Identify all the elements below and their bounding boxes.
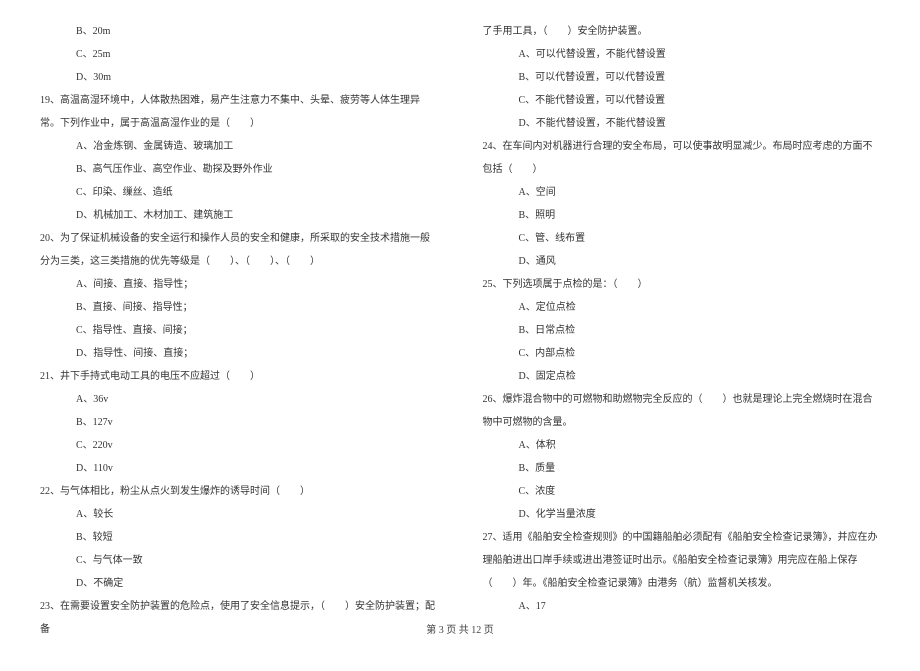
option-a: A、冶金炼钢、金属铸造、玻璃加工: [40, 135, 438, 158]
option-c: C、浓度: [483, 480, 881, 503]
option-d: D、不确定: [40, 572, 438, 595]
option-b: B、127v: [40, 411, 438, 434]
question-27: 27、适用《船舶安全检查规则》的中国籍船舶必须配有《船舶安全检查记录簿》，并应在…: [483, 526, 881, 595]
question-23-cont: 了手用工具，（ ）安全防护装置。: [483, 20, 881, 43]
option-a: A、较长: [40, 503, 438, 526]
option-d: D、通风: [483, 250, 881, 273]
option-d: D、机械加工、木材加工、建筑施工: [40, 204, 438, 227]
option-a: A、间接、直接、指导性；: [40, 273, 438, 296]
left-column: B、20m C、25m D、30m 19、高温高湿环境中，人体散热困难，易产生注…: [40, 20, 438, 641]
option-b: B、20m: [40, 20, 438, 43]
option-c: C、管、线布置: [483, 227, 881, 250]
option-a: A、可以代替设置，不能代替设置: [483, 43, 881, 66]
option-d: D、30m: [40, 66, 438, 89]
right-column: 了手用工具，（ ）安全防护装置。 A、可以代替设置，不能代替设置 B、可以代替设…: [483, 20, 881, 641]
option-a: A、17: [483, 595, 881, 618]
question-24: 24、在车间内对机器进行合理的安全布局，可以使事故明显减少。布局时应考虑的方面不…: [483, 135, 881, 181]
option-c: C、与气体一致: [40, 549, 438, 572]
option-b: B、质量: [483, 457, 881, 480]
option-a: A、36v: [40, 388, 438, 411]
option-c: C、内部点检: [483, 342, 881, 365]
question-21: 21、井下手持式电动工具的电压不应超过（ ）: [40, 365, 438, 388]
question-19: 19、高温高湿环境中，人体散热困难，易产生注意力不集中、头晕、疲劳等人体生理异常…: [40, 89, 438, 135]
option-b: B、照明: [483, 204, 881, 227]
question-26: 26、爆炸混合物中的可燃物和助燃物完全反应的（ ）也就是理论上完全燃烧时在混合物…: [483, 388, 881, 434]
question-22: 22、与气体相比，粉尘从点火到发生爆炸的诱导时间（ ）: [40, 480, 438, 503]
option-a: A、空间: [483, 181, 881, 204]
option-d: D、不能代替设置，不能代替设置: [483, 112, 881, 135]
option-b: B、高气压作业、高空作业、勘探及野外作业: [40, 158, 438, 181]
option-d: D、固定点检: [483, 365, 881, 388]
option-c: C、25m: [40, 43, 438, 66]
option-d: D、指导性、间接、直接；: [40, 342, 438, 365]
option-c: C、220v: [40, 434, 438, 457]
option-c: C、指导性、直接、间接；: [40, 319, 438, 342]
option-b: B、日常点检: [483, 319, 881, 342]
option-a: A、定位点检: [483, 296, 881, 319]
option-c: C、不能代替设置，可以代替设置: [483, 89, 881, 112]
option-b: B、直接、间接、指导性；: [40, 296, 438, 319]
option-d: D、化学当量浓度: [483, 503, 881, 526]
page-content: B、20m C、25m D、30m 19、高温高湿环境中，人体散热困难，易产生注…: [0, 0, 920, 671]
option-d: D、110v: [40, 457, 438, 480]
option-b: B、可以代替设置，可以代替设置: [483, 66, 881, 89]
option-a: A、体积: [483, 434, 881, 457]
question-20: 20、为了保证机械设备的安全运行和操作人员的安全和健康，所采取的安全技术措施一般…: [40, 227, 438, 273]
question-25: 25、下列选项属于点检的是：（ ）: [483, 273, 881, 296]
page-footer: 第 3 页 共 12 页: [0, 621, 920, 636]
option-c: C、印染、缫丝、造纸: [40, 181, 438, 204]
option-b: B、较短: [40, 526, 438, 549]
